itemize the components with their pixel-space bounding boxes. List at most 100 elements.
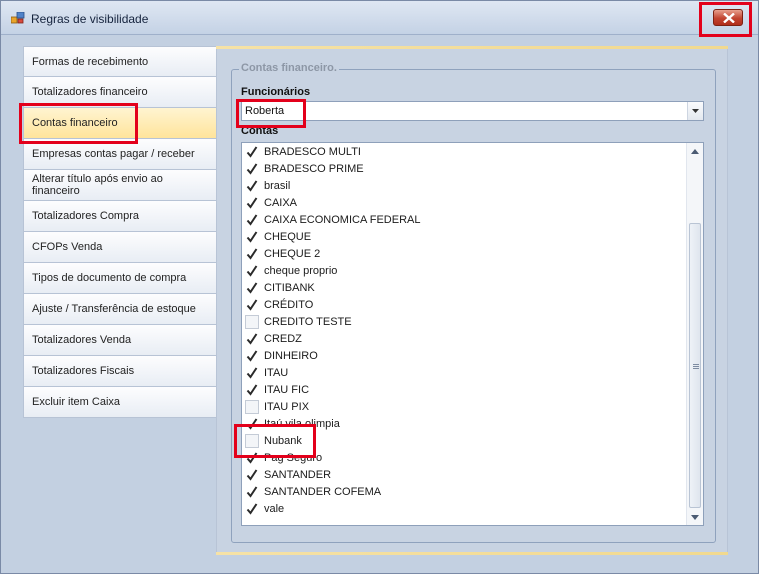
account-label: ITAU FIC xyxy=(264,384,310,396)
account-list-item[interactable]: CHEQUE 2 xyxy=(242,246,686,263)
account-checkbox[interactable] xyxy=(245,230,259,244)
account-list-item[interactable]: DINHEIRO xyxy=(242,348,686,365)
account-label: ITAU xyxy=(264,367,289,379)
account-label: SANTANDER xyxy=(264,469,332,481)
account-label: CITIBANK xyxy=(264,282,315,294)
account-list-item[interactable]: ITAU FIC xyxy=(242,382,686,399)
account-checkbox[interactable] xyxy=(245,366,259,380)
account-list-item[interactable]: BRADESCO PRIME xyxy=(242,161,686,178)
account-checkbox[interactable] xyxy=(245,315,259,329)
nav-item-label: Ajuste / Transferência de estoque xyxy=(32,303,196,315)
account-list-item[interactable]: cheque proprio xyxy=(242,263,686,280)
account-list-item[interactable]: CAIXA ECONOMICA FEDERAL xyxy=(242,212,686,229)
checkmark-icon xyxy=(246,197,258,209)
account-label: CREDZ xyxy=(264,333,302,345)
account-list-item[interactable]: CHEQUE xyxy=(242,229,686,246)
account-list-item[interactable]: SANTANDER COFEMA xyxy=(242,484,686,501)
chevron-down-icon xyxy=(692,109,699,113)
account-checkbox[interactable] xyxy=(245,162,259,176)
account-list-item[interactable]: CREDITO TESTE xyxy=(242,314,686,331)
account-label: ITAU PIX xyxy=(264,401,310,413)
checkmark-icon xyxy=(246,350,258,362)
account-checkbox[interactable] xyxy=(245,281,259,295)
nav-item[interactable]: Totalizadores Compra xyxy=(23,201,217,232)
account-checkbox[interactable] xyxy=(245,502,259,516)
account-list-item[interactable]: Pag Seguro xyxy=(242,450,686,467)
account-list-item[interactable]: ITAU xyxy=(242,365,686,382)
account-label: CREDITO TESTE xyxy=(264,316,352,328)
nav-item[interactable]: Totalizadores financeiro xyxy=(23,77,217,108)
scroll-down-icon[interactable] xyxy=(691,515,699,520)
account-checkbox[interactable] xyxy=(245,434,259,448)
checkmark-icon xyxy=(246,146,258,158)
account-list-item[interactable]: BRADESCO MULTI xyxy=(242,144,686,161)
account-list-item[interactable]: vale xyxy=(242,501,686,518)
nav-item[interactable]: Alterar título após envio ao financeiro xyxy=(23,170,217,201)
scroll-up-icon[interactable] xyxy=(691,149,699,154)
dropdown-arrow-button[interactable] xyxy=(687,102,703,120)
nav-item[interactable]: Tipos de documento de compra xyxy=(23,263,217,294)
nav-item[interactable]: Contas financeiro xyxy=(23,108,218,139)
checkmark-icon xyxy=(246,384,258,396)
account-checkbox[interactable] xyxy=(245,468,259,482)
account-checkbox[interactable] xyxy=(245,196,259,210)
account-list-item[interactable]: brasil xyxy=(242,178,686,195)
employee-selected-value: Roberta xyxy=(245,105,285,117)
checkmark-icon xyxy=(246,367,258,379)
account-list-item[interactable]: CAIXA xyxy=(242,195,686,212)
account-label: Pag Seguro xyxy=(264,452,323,464)
account-checkbox[interactable] xyxy=(245,179,259,193)
account-list-item[interactable]: Nubank xyxy=(242,433,686,450)
account-checkbox[interactable] xyxy=(245,383,259,397)
account-list-item[interactable]: Itaú vila olimpia xyxy=(242,416,686,433)
account-checkbox[interactable] xyxy=(245,145,259,159)
checkmark-icon xyxy=(246,180,258,192)
account-list-item[interactable]: CITIBANK xyxy=(242,280,686,297)
account-list-item[interactable]: CRÉDITO xyxy=(242,297,686,314)
nav-item-label: Totalizadores Compra xyxy=(32,210,139,222)
account-label: brasil xyxy=(264,180,291,192)
nav-item-label: Contas financeiro xyxy=(32,117,118,129)
account-checkbox[interactable] xyxy=(245,247,259,261)
checkmark-icon xyxy=(246,486,258,498)
account-label: SANTANDER COFEMA xyxy=(264,486,382,498)
account-checkbox[interactable] xyxy=(245,298,259,312)
employee-select[interactable]: Roberta xyxy=(241,101,704,121)
nav-item[interactable]: Formas de recebimento xyxy=(23,46,217,77)
account-checkbox[interactable] xyxy=(245,213,259,227)
checkmark-icon xyxy=(246,282,258,294)
checkmark-icon xyxy=(246,503,258,515)
account-checkbox[interactable] xyxy=(245,417,259,431)
vertical-scrollbar[interactable] xyxy=(686,143,703,525)
account-checkbox[interactable] xyxy=(245,264,259,278)
checkmark-icon xyxy=(246,469,258,481)
close-button[interactable] xyxy=(713,9,743,26)
scrollbar-thumb[interactable] xyxy=(689,223,701,508)
content-panel: Contas financeiro. Funcionários Roberta … xyxy=(216,46,728,555)
checkmark-icon xyxy=(246,265,258,277)
nav-item[interactable]: Ajuste / Transferência de estoque xyxy=(23,294,217,325)
nav-item[interactable]: Empresas contas pagar / receber xyxy=(23,139,217,170)
nav-item[interactable]: Totalizadores Venda xyxy=(23,325,217,356)
nav-item[interactable]: CFOPs Venda xyxy=(23,232,217,263)
account-list-item[interactable]: CREDZ xyxy=(242,331,686,348)
account-checkbox[interactable] xyxy=(245,451,259,465)
checkmark-icon xyxy=(246,452,258,464)
accounts-checklist[interactable]: BRADESCO MULTI BRADESCO PRIME brasil CAIXA C… xyxy=(241,142,704,526)
account-checkbox[interactable] xyxy=(245,332,259,346)
nav-item-label: Tipos de documento de compra xyxy=(32,272,187,284)
nav-item[interactable]: Excluir item Caixa xyxy=(23,387,217,418)
account-list-item[interactable]: SANTANDER xyxy=(242,467,686,484)
account-list-item[interactable]: ITAU PIX xyxy=(242,399,686,416)
nav-item-label: Alterar título após envio ao financeiro xyxy=(32,173,163,197)
nav-item-label: Formas de recebimento xyxy=(32,55,149,68)
nav-item-label: Totalizadores financeiro xyxy=(32,86,148,98)
account-checkbox[interactable] xyxy=(245,400,259,414)
nav-item[interactable]: Totalizadores Fiscais xyxy=(23,356,217,387)
checkmark-icon xyxy=(246,248,258,260)
nav-item-label: Totalizadores Venda xyxy=(32,334,132,346)
account-label: CAIXA xyxy=(264,197,298,209)
account-checkbox[interactable] xyxy=(245,485,259,499)
nav-item-label: Empresas contas pagar / receber xyxy=(32,148,195,160)
account-checkbox[interactable] xyxy=(245,349,259,363)
